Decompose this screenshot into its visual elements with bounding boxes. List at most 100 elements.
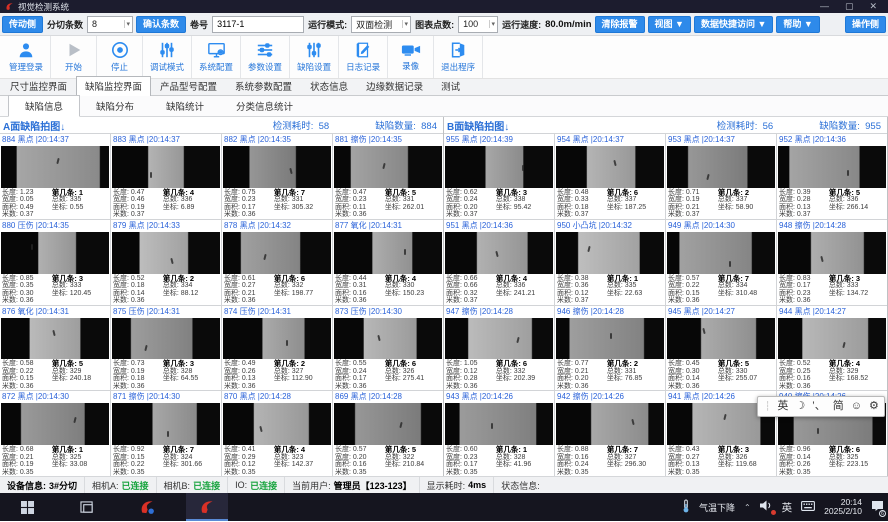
stat-length: 长度: 0.96 <box>779 446 827 454</box>
stat-length: 长度: 0.66 <box>446 275 494 283</box>
data-access-menu-button[interactable]: 数据快捷访问 ▼ <box>694 16 773 33</box>
stat-coord: 坐标: 134.72 <box>829 290 885 298</box>
tab-2[interactable]: 产品型号配置 <box>151 76 226 95</box>
active-app-button[interactable] <box>186 493 228 521</box>
defect-cell[interactable]: 881 擦伤 |20:14:35 长度: 0.47 宽度: 0.23 面积: 0… <box>333 134 443 219</box>
defect-cell[interactable]: 945 黑点 |20:14:27 长度: 0.45 宽度: 0.30 面积: 0… <box>666 306 776 391</box>
stat-coord: 坐标: 120.45 <box>52 290 108 298</box>
action-monitor-gear[interactable]: 系统配置 <box>192 36 241 78</box>
minimize-button[interactable]: — <box>820 0 829 13</box>
tray-expand-icon[interactable]: ⌃ <box>744 503 751 512</box>
action-debug-sliders[interactable]: 调试模式 <box>143 36 192 78</box>
defect-cell[interactable]: 951 黑点 |20:14:36 长度: 0.66 宽度: 0.66 面积: 0… <box>444 220 554 305</box>
subtab-0[interactable]: 缺陷信息 <box>8 95 80 117</box>
action-play[interactable]: 开始 <box>51 36 97 78</box>
subtab-1[interactable]: 缺陷分布 <box>80 96 150 116</box>
chart-points-select[interactable]: 100 ▾ <box>458 16 498 33</box>
slit-count-select[interactable]: 8 ▾ <box>87 16 133 33</box>
defect-cell[interactable]: 877 氧化 |20:14:31 长度: 0.44 宽度: 0.31 面积: 0… <box>333 220 443 305</box>
ime-fullhalf-toggle[interactable]: ☽ <box>795 397 805 416</box>
confirm-count-button[interactable]: 确认条数 <box>136 16 186 33</box>
defect-cell[interactable]: 873 压伤 |20:14:30 长度: 0.55 宽度: 0.24 面积: 0… <box>333 306 443 391</box>
defect-stats: 长度: 0.47 宽度: 0.46 面积: 0.19 米数: 0.37 第几条:… <box>111 188 221 219</box>
defect-cell[interactable]: 955 黑点 |20:14:39 长度: 0.62 宽度: 0.24 面积: 0… <box>444 134 554 219</box>
stat-total: 总数: 331 <box>385 196 441 204</box>
defect-cell-title: 880 压伤 |20:14:35 <box>0 220 110 231</box>
roll-input[interactable] <box>212 16 304 33</box>
defect-cell[interactable]: 948 擦伤 |20:14:28 长度: 0.83 宽度: 0.17 面积: 0… <box>777 220 887 305</box>
action-log-notebook[interactable]: 日志记录 <box>339 36 388 78</box>
drive-side-button[interactable]: 传动侧 <box>2 16 43 33</box>
defect-cell[interactable]: 946 擦伤 |20:14:28 长度: 0.77 宽度: 0.21 面积: 0… <box>555 306 665 391</box>
taskbar-clock[interactable]: 20:14 2025/2/10 <box>824 498 862 517</box>
stat-total: 总数: 328 <box>496 454 552 462</box>
defect-mark <box>495 251 498 257</box>
close-button[interactable]: ✕ <box>869 0 877 13</box>
task-view-button[interactable] <box>66 493 108 521</box>
pinned-app-button[interactable] <box>126 493 168 521</box>
volume-icon[interactable] <box>760 500 773 514</box>
defect-cell[interactable]: 947 擦伤 |20:14:28 长度: 1.05 宽度: 0.12 面积: 0… <box>444 306 554 391</box>
action-defect-sliders[interactable]: 缺陷设置 <box>290 36 339 78</box>
defect-cell[interactable]: 950 小凸坑 |20:14:32 长度: 0.38 宽度: 0.36 面积: … <box>555 220 665 305</box>
defect-cell[interactable]: 884 黑点 |20:14:37 长度: 1.23 宽度: 0.05 面积: 0… <box>0 134 110 219</box>
operate-side-button[interactable]: 操作侧 <box>845 16 886 33</box>
defect-cell[interactable]: 871 擦伤 |20:14:30 长度: 0.92 宽度: 0.15 面积: 0… <box>111 391 221 476</box>
defect-cell[interactable]: 875 压伤 |20:14:31 长度: 0.73 宽度: 0.19 面积: 0… <box>111 306 221 391</box>
defect-cell[interactable]: 882 黑点 |20:14:35 长度: 0.75 宽度: 0.23 面积: 0… <box>222 134 332 219</box>
weather-ticker[interactable]: 气温下降 <box>699 501 735 514</box>
view-menu-button[interactable]: 视图 ▼ <box>648 16 691 33</box>
defect-cell[interactable]: 954 黑点 |20:14:37 长度: 0.48 宽度: 0.33 面积: 0… <box>555 134 665 219</box>
action-center-icon[interactable]: 6 <box>871 500 884 515</box>
play-icon <box>65 41 83 59</box>
thermometer-icon[interactable] <box>682 499 690 516</box>
ime-lang-toggle[interactable]: 英 <box>777 397 788 416</box>
ime-emoji-button[interactable]: ☺ <box>851 397 862 416</box>
defect-cell[interactable]: 942 擦伤 |20:14:26 长度: 0.88 宽度: 0.16 面积: 0… <box>555 391 665 476</box>
defect-cell[interactable]: 874 压伤 |20:14:31 长度: 0.49 宽度: 0.26 面积: 0… <box>222 306 332 391</box>
ime-punctuation-toggle[interactable]: ’、 <box>812 397 825 416</box>
defect-cell[interactable]: 869 黑点 |20:14:28 长度: 0.57 宽度: 0.20 面积: 0… <box>333 391 443 476</box>
help-menu-button[interactable]: 帮助 ▼ <box>776 16 819 33</box>
tab-0[interactable]: 尺寸监控界面 <box>1 76 76 95</box>
ime-drag-handle[interactable]: ┆ <box>765 401 770 412</box>
defect-cell[interactable]: 876 氧化 |20:14:31 长度: 0.58 宽度: 0.22 面积: 0… <box>0 306 110 391</box>
stat-total: 总数: 333 <box>829 282 885 290</box>
defect-cell[interactable]: 952 黑点 |20:14:36 长度: 0.39 宽度: 0.28 面积: 0… <box>777 134 887 219</box>
stat-width: 宽度: 0.29 <box>224 454 272 462</box>
ime-settings-icon[interactable]: ⚙ <box>869 397 879 416</box>
touch-keyboard-icon[interactable] <box>801 501 815 514</box>
clear-alarm-button[interactable]: 清除报警 <box>595 16 645 33</box>
defect-cell[interactable]: 883 黑点 |20:14:37 长度: 0.47 宽度: 0.46 面积: 0… <box>111 134 221 219</box>
stat-meters: 米数: 0.36 <box>224 297 272 305</box>
stat-area: 面积: 0.12 <box>557 290 605 298</box>
ime-simplified-toggle[interactable]: 简 <box>833 397 844 416</box>
defect-cell[interactable]: 872 黑点 |20:14:30 长度: 0.68 宽度: 0.21 面积: 0… <box>0 391 110 476</box>
defect-cell[interactable]: 870 黑点 |20:14:28 长度: 0.41 宽度: 0.29 面积: 0… <box>222 391 332 476</box>
action-stop[interactable]: 停止 <box>97 36 143 78</box>
input-language-indicator[interactable]: 英 <box>782 500 793 515</box>
subtab-3[interactable]: 分类信息统计 <box>220 96 309 116</box>
tab-6[interactable]: 测试 <box>432 76 469 95</box>
defect-cell[interactable]: 880 压伤 |20:14:35 长度: 0.85 宽度: 0.35 面积: 0… <box>0 220 110 305</box>
defect-cell[interactable]: 953 黑点 |20:14:37 长度: 0.71 宽度: 0.19 面积: 0… <box>666 134 776 219</box>
action-video-camera[interactable]: 录像 <box>388 36 434 78</box>
defect-cell[interactable]: 949 黑点 |20:14:30 长度: 0.57 宽度: 0.22 面积: 0… <box>666 220 776 305</box>
run-mode-select[interactable]: 双面检测 ▾ <box>351 16 411 33</box>
defect-stats: 长度: 1.23 宽度: 0.05 面积: 0.49 米数: 0.37 第几条:… <box>0 188 110 219</box>
defect-cell[interactable]: 944 黑点 |20:14:27 长度: 0.52 宽度: 0.25 面积: 0… <box>777 306 887 391</box>
subtab-2[interactable]: 缺陷统计 <box>150 96 220 116</box>
defect-cell[interactable]: 943 黑点 |20:14:26 长度: 0.60 宽度: 0.23 面积: 0… <box>444 391 554 476</box>
action-params-sliders[interactable]: 参数设置 <box>241 36 290 78</box>
tab-3[interactable]: 系统参数配置 <box>226 76 301 95</box>
tab-1[interactable]: 缺陷监控界面 <box>76 76 151 96</box>
maximize-button[interactable]: ▢ <box>845 0 854 13</box>
defect-cell[interactable]: 879 黑点 |20:14:33 长度: 0.52 宽度: 0.18 面积: 0… <box>111 220 221 305</box>
tab-4[interactable]: 状态信息 <box>301 76 357 95</box>
tab-5[interactable]: 边缘数据记录 <box>357 76 432 95</box>
action-user[interactable]: 管理登录 <box>2 36 51 78</box>
start-button[interactable] <box>6 493 48 521</box>
defect-cell[interactable]: 878 黑点 |20:14:32 长度: 0.61 宽度: 0.27 面积: 0… <box>222 220 332 305</box>
action-exit-door[interactable]: 退出程序 <box>434 36 483 78</box>
stat-area: 面积: 0.26 <box>779 461 827 469</box>
